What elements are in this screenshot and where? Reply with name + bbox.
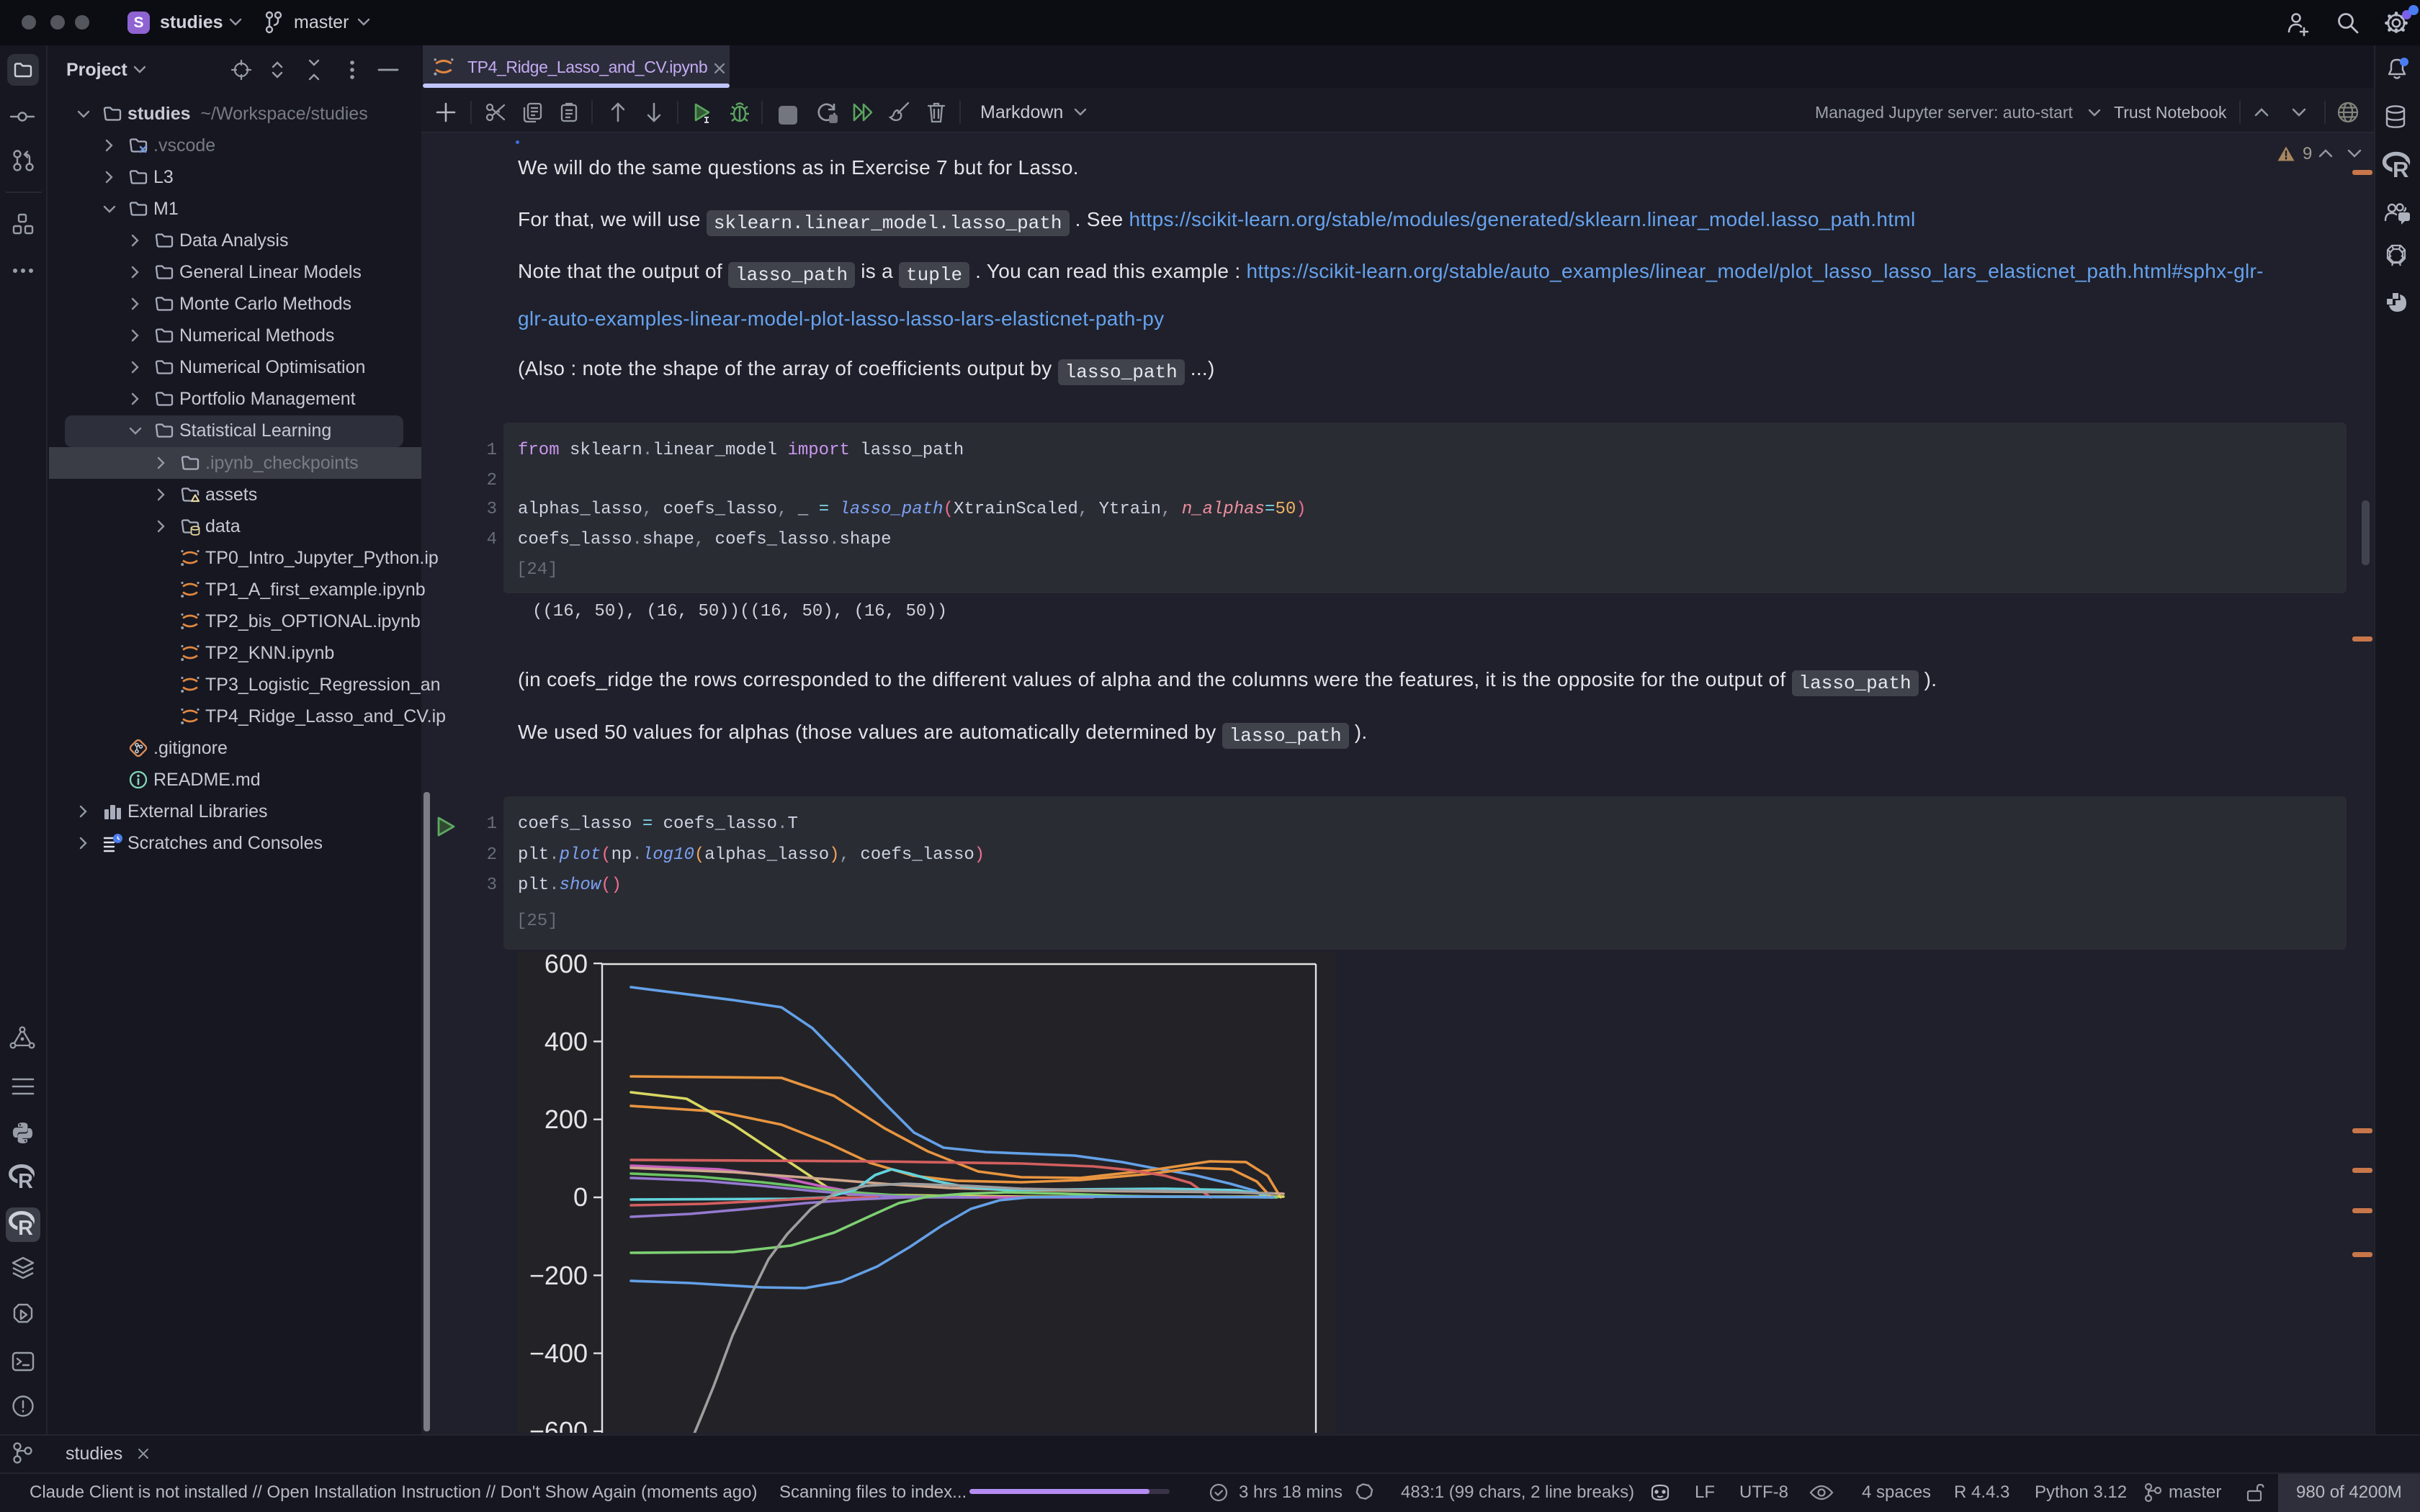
svg-text:R: R [18, 1217, 33, 1240]
svg-text:400: 400 [544, 1027, 588, 1056]
svg-text:−600: −600 [529, 1416, 588, 1433]
svg-text:−400: −400 [529, 1338, 588, 1368]
svg-text:R: R [2393, 157, 2408, 182]
svg-text:200: 200 [544, 1104, 588, 1134]
svg-text:0: 0 [573, 1182, 588, 1212]
svg-text:600: 600 [544, 952, 588, 978]
svg-text:R: R [18, 1170, 33, 1193]
svg-text:−200: −200 [529, 1261, 588, 1290]
